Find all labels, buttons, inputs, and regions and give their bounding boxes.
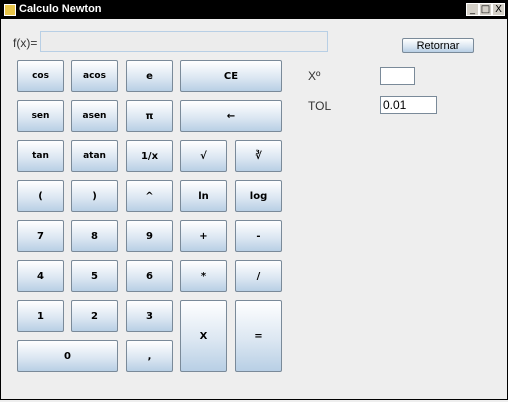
cube-root-button[interactable]: ∛: [235, 140, 282, 172]
close-button[interactable]: X: [492, 3, 505, 16]
digit-0-button[interactable]: 0: [17, 340, 118, 372]
multiply-button[interactable]: *: [180, 260, 227, 292]
digit-1-button[interactable]: 1: [17, 300, 64, 332]
digit-2-button[interactable]: 2: [71, 300, 118, 332]
tol-input[interactable]: 0.01: [380, 96, 437, 114]
window-title: Calculo Newton: [19, 3, 102, 15]
close-paren-button[interactable]: ): [71, 180, 118, 212]
minus-button[interactable]: -: [235, 220, 282, 252]
x0-input[interactable]: [380, 67, 415, 85]
title-bar: Calculo Newton _ □ X: [1, 1, 507, 19]
power-button[interactable]: ^: [126, 180, 173, 212]
digit-8-button[interactable]: 8: [71, 220, 118, 252]
acos-button[interactable]: acos: [71, 60, 118, 92]
plus-button[interactable]: +: [180, 220, 227, 252]
digit-9-button[interactable]: 9: [126, 220, 173, 252]
java-app-icon: [4, 4, 16, 16]
pi-button[interactable]: π: [126, 100, 173, 132]
x-variable-button[interactable]: X: [180, 300, 227, 372]
ln-button[interactable]: ln: [180, 180, 227, 212]
digit-5-button[interactable]: 5: [71, 260, 118, 292]
comma-button[interactable]: ,: [126, 340, 173, 372]
maximize-button[interactable]: □: [479, 3, 492, 16]
divide-button[interactable]: /: [235, 260, 282, 292]
open-paren-button[interactable]: (: [17, 180, 64, 212]
log-button[interactable]: log: [235, 180, 282, 212]
retornar-button[interactable]: Retornar: [402, 38, 474, 53]
equals-button[interactable]: =: [235, 300, 282, 372]
inverse-button[interactable]: 1/x: [126, 140, 173, 172]
backspace-button[interactable]: ←: [180, 100, 282, 132]
digit-3-button[interactable]: 3: [126, 300, 173, 332]
e-button[interactable]: e: [126, 60, 173, 92]
square-root-button[interactable]: √: [180, 140, 227, 172]
digit-6-button[interactable]: 6: [126, 260, 173, 292]
minimize-button[interactable]: _: [466, 3, 479, 16]
tol-label: TOL: [308, 99, 332, 113]
atan-button[interactable]: atan: [71, 140, 118, 172]
digit-4-button[interactable]: 4: [17, 260, 64, 292]
asen-button[interactable]: asen: [71, 100, 118, 132]
fx-label: f(x)=: [13, 36, 38, 50]
digit-7-button[interactable]: 7: [17, 220, 64, 252]
cos-button[interactable]: cos: [17, 60, 64, 92]
function-input[interactable]: [40, 31, 328, 52]
sen-button[interactable]: sen: [17, 100, 64, 132]
clear-entry-button[interactable]: CE: [180, 60, 282, 92]
x0-label: Xº: [308, 69, 321, 83]
tan-button[interactable]: tan: [17, 140, 64, 172]
